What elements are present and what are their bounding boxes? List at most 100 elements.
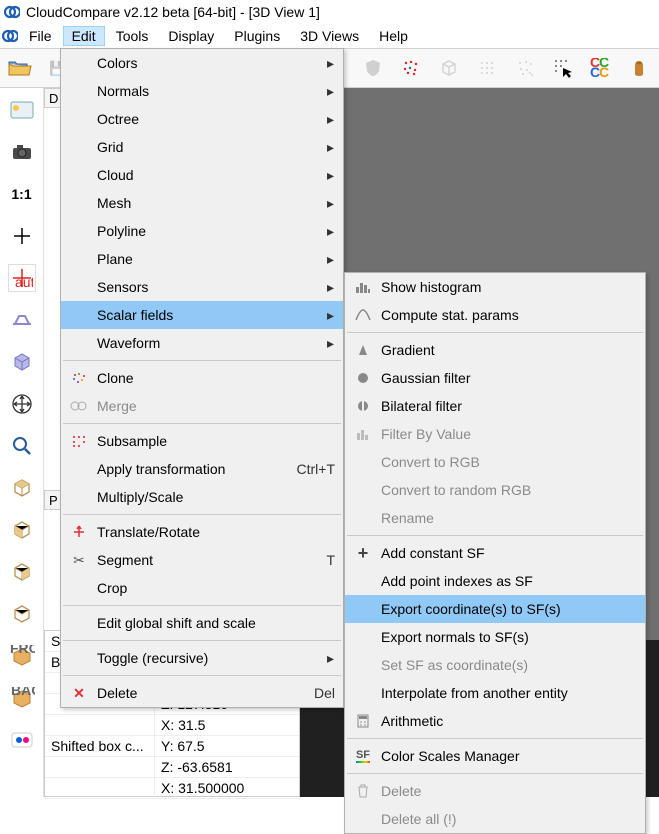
mi-gaussian[interactable]: Gaussian filter	[345, 364, 645, 392]
mi-waveform[interactable]: Waveform▸	[61, 329, 343, 357]
mi-plane[interactable]: Plane▸	[61, 245, 343, 273]
view-toolbar: 1:1 auto FRONT BACK	[0, 88, 44, 797]
mi-subsample[interactable]: Subsample	[61, 427, 343, 455]
mi-arithmetic[interactable]: Arithmetic	[345, 707, 645, 735]
zoom-icon[interactable]	[8, 432, 36, 460]
sf-icon: SF	[351, 746, 375, 766]
mi-rename[interactable]: Rename	[345, 504, 645, 532]
doc-logo	[2, 28, 18, 44]
mi-sensors[interactable]: Sensors▸	[61, 273, 343, 301]
mi-octree[interactable]: Octree▸	[61, 105, 343, 133]
segment-icon: ✂	[67, 550, 91, 570]
gaussian-icon	[351, 368, 375, 388]
cube-icon[interactable]	[435, 54, 463, 82]
gradient-icon	[351, 340, 375, 360]
menu-file[interactable]: File	[20, 26, 61, 46]
mi-interpolate[interactable]: Interpolate from another entity	[345, 679, 645, 707]
merge-icon	[67, 396, 91, 416]
mi-export-coord-sf[interactable]: Export coordinate(s) to SF(s)	[345, 595, 645, 623]
mi-translate-rotate[interactable]: Translate/Rotate	[61, 518, 343, 546]
mi-clone[interactable]: Clone	[61, 364, 343, 392]
prop-shifted-key: Shifted box c...	[45, 736, 155, 756]
menu-plugins[interactable]: Plugins	[225, 26, 289, 46]
subsample-icon	[67, 431, 91, 451]
open-icon[interactable]	[6, 54, 34, 82]
mi-toggle[interactable]: Toggle (recursive)▸	[61, 644, 343, 672]
app-logo	[4, 4, 20, 20]
auto-pick-icon[interactable]: auto	[8, 264, 36, 292]
mi-color-scales[interactable]: SFColor Scales Manager	[345, 742, 645, 770]
scale-1-1-icon[interactable]: 1:1	[8, 180, 36, 208]
prop-shifted-z: Z: -63.6581	[155, 757, 299, 777]
mi-show-histogram[interactable]: Show histogram	[345, 273, 645, 301]
mi-edit-global[interactable]: Edit global shift and scale	[61, 609, 343, 637]
shield-icon[interactable]	[359, 54, 387, 82]
prop-shifted-x2: X: 31.500000	[155, 778, 299, 798]
menu-help[interactable]: Help	[370, 26, 417, 46]
menu-3dviews[interactable]: 3D Views	[291, 26, 368, 46]
bag-icon[interactable]	[625, 54, 653, 82]
translate-rotate-icon	[67, 522, 91, 542]
camera-icon[interactable]	[8, 138, 36, 166]
mi-gradient[interactable]: Gradient	[345, 336, 645, 364]
back-label-icon[interactable]: BACK	[8, 684, 36, 712]
mi-crop[interactable]: Crop	[61, 574, 343, 602]
points-cursor-icon[interactable]	[549, 54, 577, 82]
menu-display[interactable]: Display	[159, 26, 223, 46]
mi-sf-delete-all[interactable]: Delete all (!)	[345, 805, 645, 833]
mi-apply-transform[interactable]: Apply transformationCtrl+T	[61, 455, 343, 483]
scalar-fields-submenu: Show histogram Compute stat. params Grad…	[344, 272, 646, 834]
edit-menu-dropdown: Colors▸ Normals▸ Octree▸ Grid▸ Cloud▸ Me…	[60, 48, 344, 708]
bilateral-icon	[351, 396, 375, 416]
svg-text:FRONT: FRONT	[10, 645, 35, 656]
flickr-icon[interactable]	[8, 726, 36, 754]
mi-normals[interactable]: Normals▸	[61, 77, 343, 105]
mi-grid[interactable]: Grid▸	[61, 133, 343, 161]
plus-icon: +	[351, 543, 375, 563]
mi-sf-delete[interactable]: Delete	[345, 777, 645, 805]
mi-mesh[interactable]: Mesh▸	[61, 189, 343, 217]
mi-add-point-indexes[interactable]: Add point indexes as SF	[345, 567, 645, 595]
cc-color-icon[interactable]: CCCC	[587, 54, 615, 82]
mi-scalar-fields[interactable]: Scalar fields▸	[61, 301, 343, 329]
clone-icon	[67, 368, 91, 388]
points-red-icon[interactable]	[397, 54, 425, 82]
view-back-icon[interactable]	[8, 600, 36, 628]
mi-filter-value[interactable]: Filter By Value	[345, 420, 645, 448]
mi-export-normals-sf[interactable]: Export normals to SF(s)	[345, 623, 645, 651]
stat-icon	[351, 305, 375, 325]
filter-icon	[351, 424, 375, 444]
prop-shifted-y: Y: 67.5	[155, 736, 299, 756]
menu-tools[interactable]: Tools	[107, 26, 158, 46]
points-2-icon[interactable]	[511, 54, 539, 82]
mi-cloud[interactable]: Cloud▸	[61, 161, 343, 189]
mi-compute-stat[interactable]: Compute stat. params	[345, 301, 645, 329]
view-sun-icon[interactable]	[8, 96, 36, 124]
mi-set-sf-coord[interactable]: Set SF as coordinate(s)	[345, 651, 645, 679]
view-top-icon[interactable]	[8, 474, 36, 502]
move-icon[interactable]	[8, 390, 36, 418]
view-front-icon[interactable]	[8, 516, 36, 544]
mi-segment[interactable]: ✂SegmentT	[61, 546, 343, 574]
mi-delete[interactable]: ✕DeleteDel	[61, 679, 343, 707]
mi-merge[interactable]: Merge	[61, 392, 343, 420]
pick-rotation-icon[interactable]	[8, 222, 36, 250]
mi-multiply-scale[interactable]: Multiply/Scale	[61, 483, 343, 511]
mi-add-constant-sf[interactable]: +Add constant SF	[345, 539, 645, 567]
mi-colors[interactable]: Colors▸	[61, 49, 343, 77]
svg-text:BACK: BACK	[11, 687, 35, 698]
level-icon[interactable]	[8, 306, 36, 334]
mi-convert-random-rgb[interactable]: Convert to random RGB	[345, 476, 645, 504]
trash-icon	[351, 781, 375, 801]
front-label-icon[interactable]: FRONT	[8, 642, 36, 670]
mi-bilateral[interactable]: Bilateral filter	[345, 392, 645, 420]
delete-icon: ✕	[67, 683, 91, 703]
svg-text:auto: auto	[15, 274, 33, 289]
calculator-icon	[351, 711, 375, 731]
view-left-icon[interactable]	[8, 558, 36, 586]
points-1-icon[interactable]	[473, 54, 501, 82]
iso-1-icon[interactable]	[8, 348, 36, 376]
mi-polyline[interactable]: Polyline▸	[61, 217, 343, 245]
menu-edit[interactable]: Edit	[63, 26, 105, 46]
mi-convert-rgb[interactable]: Convert to RGB	[345, 448, 645, 476]
